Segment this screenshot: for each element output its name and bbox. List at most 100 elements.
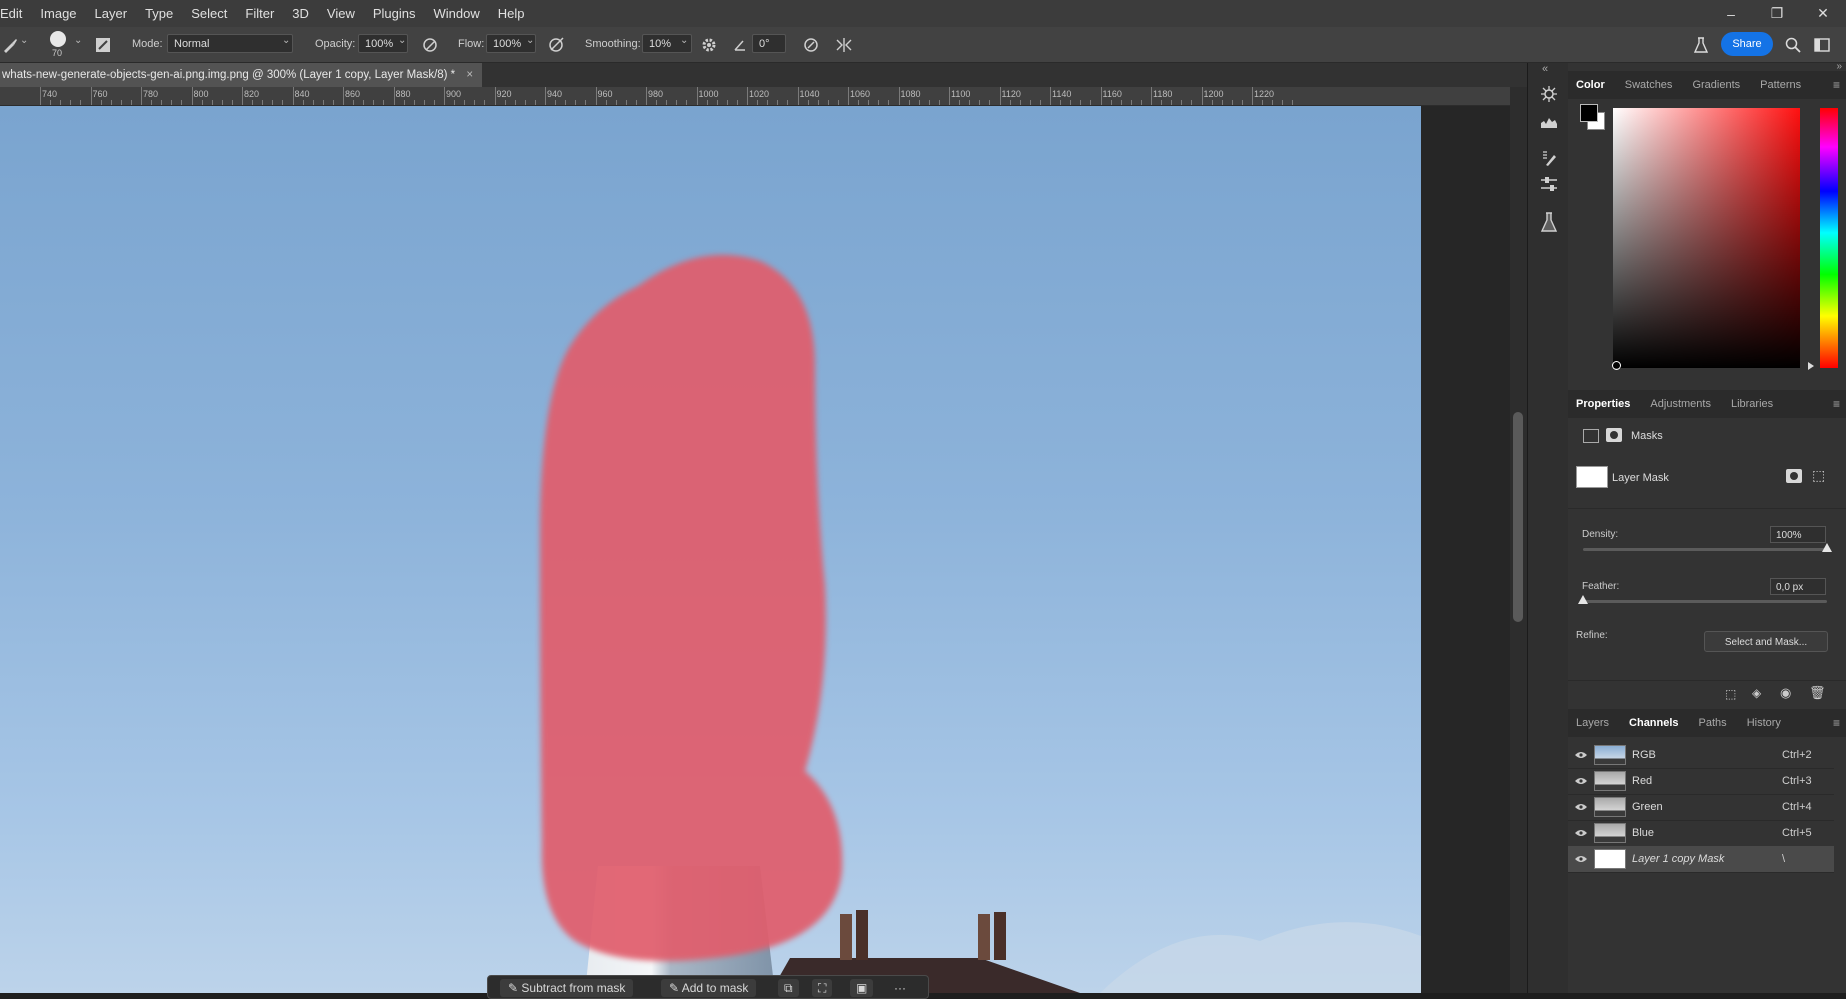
pixel-mask-icon[interactable] [1786, 469, 1802, 483]
pressure-size-icon[interactable] [801, 35, 821, 55]
layer-mask-thumbnail[interactable] [1576, 466, 1608, 488]
flow-chevron-icon[interactable]: ⌄ [526, 35, 534, 46]
ruler-minor-tick [827, 100, 829, 105]
subtract-from-mask-button[interactable]: ✎ Subtract from mask [500, 979, 634, 997]
menu-layer[interactable]: Layer [86, 6, 137, 21]
brushes-panel-icon[interactable] [1538, 147, 1560, 169]
adjustments-icon[interactable] [1538, 173, 1560, 195]
workspace-icon[interactable] [1812, 35, 1832, 55]
navigator-icon[interactable] [1538, 83, 1560, 105]
minimize-button[interactable]: – [1708, 0, 1754, 27]
tab-color[interactable]: Color [1568, 79, 1617, 91]
more-options-icon[interactable]: ··· [886, 979, 914, 997]
channel-row-red[interactable]: Red Ctrl+3 [1568, 768, 1834, 795]
gear-icon[interactable] [699, 35, 719, 55]
channel-row-blue[interactable]: Blue Ctrl+5 [1568, 820, 1834, 847]
panel-menu-icon[interactable]: ≡ [1833, 78, 1840, 92]
menu-3d[interactable]: 3D [283, 6, 318, 21]
document-tab[interactable]: whats-new-generate-objects-gen-ai.png.im… [0, 63, 482, 87]
pressure-opacity-icon[interactable] [420, 35, 440, 55]
symmetry-icon[interactable] [834, 35, 854, 55]
flask-icon[interactable] [1691, 35, 1711, 55]
mask-options-icon[interactable]: ⛶ [812, 979, 833, 997]
search-icon[interactable] [1783, 35, 1803, 55]
feather-input[interactable]: 0,0 px [1770, 578, 1826, 595]
opacity-chevron-icon[interactable]: ⌄ [398, 35, 406, 46]
pixel-layer-icon[interactable] [1583, 429, 1599, 443]
menu-view[interactable]: View [318, 6, 364, 21]
tab-paths[interactable]: Paths [1691, 717, 1739, 729]
panel-menu-icon[interactable]: ≡ [1833, 716, 1840, 730]
fill-mask-icon[interactable]: ▣ [850, 979, 874, 997]
angle-input[interactable]: 0° [752, 34, 786, 53]
brush-settings-icon[interactable] [93, 35, 113, 55]
menu-image[interactable]: Image [31, 6, 85, 21]
menu-type[interactable]: Type [136, 6, 182, 21]
brush-preview-icon[interactable] [50, 31, 66, 47]
vector-mask-icon[interactable]: ⬚ [1812, 467, 1825, 484]
tab-layers[interactable]: Layers [1568, 717, 1621, 729]
histogram-icon[interactable] [1538, 111, 1560, 133]
share-button[interactable]: Share [1721, 32, 1773, 56]
tab-gradients[interactable]: Gradients [1684, 79, 1752, 91]
close-tab-icon[interactable]: × [466, 69, 473, 81]
density-input[interactable]: 100% [1770, 526, 1826, 543]
menu-plugins[interactable]: Plugins [364, 6, 425, 21]
hue-slider-thumb[interactable] [1808, 362, 1814, 370]
eye-icon[interactable]: ◉ [1780, 685, 1791, 701]
collapse-icon[interactable]: « [1542, 63, 1548, 75]
trash-icon[interactable]: 🗑 [1809, 685, 1826, 701]
visibility-eye-icon[interactable] [1568, 855, 1594, 863]
visibility-eye-icon[interactable] [1568, 751, 1594, 759]
airbrush-icon[interactable] [546, 35, 566, 55]
color-picker-field[interactable] [1613, 108, 1800, 368]
tab-swatches[interactable]: Swatches [1617, 79, 1685, 91]
select-and-mask-button[interactable]: Select and Mask... [1704, 631, 1828, 652]
mode-chevron-icon[interactable]: ⌄ [282, 35, 290, 46]
tab-patterns[interactable]: Patterns [1752, 79, 1813, 91]
smoothing-chevron-icon[interactable]: ⌄ [680, 35, 688, 46]
menu-filter[interactable]: Filter [236, 6, 283, 21]
color-picker-cursor[interactable] [1612, 361, 1621, 370]
restore-button[interactable]: ❐ [1754, 0, 1800, 27]
apply-mask-icon[interactable]: ◈ [1752, 686, 1761, 700]
tab-history[interactable]: History [1739, 717, 1793, 729]
flask-panel-icon[interactable] [1538, 211, 1560, 233]
channel-row-layer-mask[interactable]: Layer 1 copy Mask \ [1568, 846, 1834, 873]
ruler-minor-tick [938, 100, 940, 105]
tab-properties[interactable]: Properties [1568, 398, 1642, 410]
brush-tool-icon[interactable] [0, 35, 20, 55]
density-slider-thumb[interactable] [1822, 543, 1832, 552]
close-button[interactable]: ✕ [1800, 0, 1846, 27]
tab-libraries[interactable]: Libraries [1723, 398, 1785, 410]
visibility-eye-icon[interactable] [1568, 777, 1594, 785]
brush-picker-chevron-icon[interactable]: ⌄ [74, 35, 82, 46]
tab-channels[interactable]: Channels [1621, 717, 1691, 729]
mode-select[interactable]: Normal [167, 34, 293, 53]
ruler-label: 860 [345, 89, 361, 99]
menu-help[interactable]: Help [489, 6, 534, 21]
scrollbar-thumb[interactable] [1513, 412, 1523, 622]
feather-slider[interactable] [1583, 600, 1827, 603]
ruler-tick [141, 87, 142, 105]
channel-row-rgb[interactable]: RGB Ctrl+2 [1568, 742, 1834, 769]
pasteboard [1421, 106, 1510, 993]
menu-select[interactable]: Select [182, 6, 236, 21]
tab-adjustments[interactable]: Adjustments [1642, 398, 1723, 410]
visibility-eye-icon[interactable] [1568, 803, 1594, 811]
density-slider[interactable] [1583, 548, 1827, 551]
panel-menu-icon[interactable]: ≡ [1833, 397, 1840, 411]
menu-window[interactable]: Window [425, 6, 489, 21]
hue-slider[interactable] [1820, 108, 1838, 368]
foreground-color-swatch[interactable] [1580, 104, 1598, 122]
load-selection-icon[interactable]: ⬚ [1725, 687, 1736, 701]
tool-preset-chevron-icon[interactable]: ⌄ [20, 35, 28, 46]
visibility-eye-icon[interactable] [1568, 829, 1594, 837]
menu-edit[interactable]: Edit [0, 6, 31, 21]
mask-properties-icon[interactable] [1606, 428, 1622, 442]
add-to-mask-button[interactable]: ✎ Add to mask [661, 979, 757, 997]
invert-mask-icon[interactable]: ⧉ [778, 979, 799, 997]
canvas[interactable] [0, 106, 1421, 993]
feather-slider-thumb[interactable] [1578, 595, 1588, 604]
channel-row-green[interactable]: Green Ctrl+4 [1568, 794, 1834, 821]
